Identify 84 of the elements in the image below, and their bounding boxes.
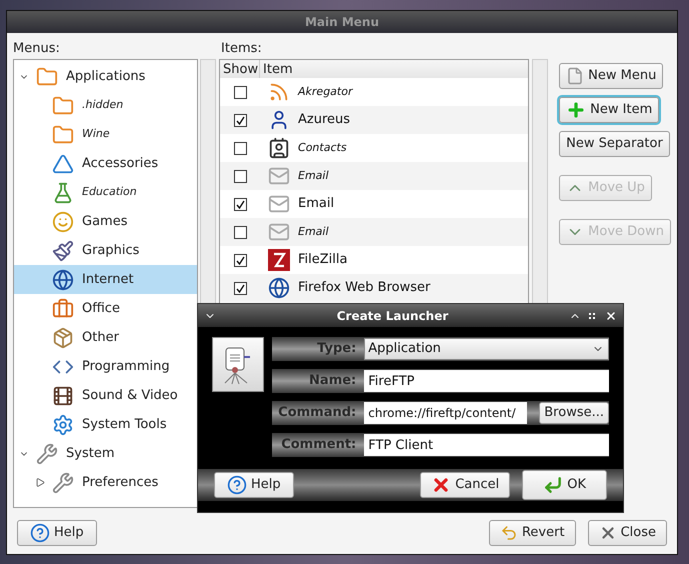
contact-card-icon [268,137,290,159]
wrench-icon [52,472,74,494]
text-field[interactable]: FireFTP [364,370,609,392]
tree-item[interactable]: System [14,439,198,468]
close-icon[interactable] [605,310,617,322]
envelope-icon [268,221,290,243]
gear-icon [52,414,74,436]
tree-item[interactable]: Accessories [14,149,198,178]
close-button[interactable]: Close [588,520,667,546]
command-field[interactable]: chrome://fireftp/content/ [364,402,528,424]
dialog-help-button[interactable]: Help [214,472,294,498]
checkbox[interactable] [234,282,247,294]
checkbox[interactable] [234,198,247,210]
field-label: Command: [277,404,358,422]
cancel-button[interactable]: Cancel [420,472,510,498]
checkbox[interactable] [234,86,247,98]
paintbrush-icon [52,240,74,262]
flask-icon [52,182,74,204]
triangle-ruler-icon [52,152,74,174]
revert-button[interactable]: Revert [488,520,576,546]
tree-item[interactable]: Education [14,178,198,207]
help-icon [227,475,247,495]
item-name: Email [298,195,334,214]
revert-icon [500,524,518,542]
ok-button[interactable]: OK [522,470,607,500]
browse-button[interactable]: Browse... [539,402,609,424]
launcher-icon-button[interactable] [212,337,264,392]
item-name: Contacts [298,140,347,156]
smiley-icon [52,210,74,232]
item-name: Akregator [298,84,352,100]
tree-item[interactable]: Other [14,323,198,352]
text-field[interactable]: FTP Client [364,434,609,456]
item-name: Firefox Web Browser [298,279,430,298]
tree-item[interactable]: Games [14,207,198,236]
box-icon [52,326,74,348]
folder-icon [52,94,74,116]
menus-label: Menus: [13,40,61,58]
envelope-icon [268,165,290,187]
expander-icon[interactable] [36,478,44,487]
type-dropdown[interactable]: Application [364,338,609,360]
filezilla-icon [268,249,290,271]
tree-item[interactable]: Office [14,294,198,323]
checkbox[interactable] [234,254,247,266]
folder-icon [52,124,74,146]
plus-icon [566,100,586,120]
field-label: Type: [316,340,358,358]
tree-item[interactable]: Graphics [14,236,198,265]
checkbox[interactable] [234,170,247,182]
side-button[interactable]: New Menu [559,63,664,89]
tree-item[interactable]: Applications [14,62,198,91]
checkbox[interactable] [234,226,247,238]
film-icon [52,384,74,406]
field-label: Name: [308,372,358,390]
tree-item[interactable]: Programming [14,352,198,381]
grip-icon[interactable] [589,312,595,318]
window-title: Main Menu [304,14,380,31]
items-label: Items: [220,40,263,58]
side-button[interactable]: New Item [559,97,660,123]
column-header[interactable]: Item [260,60,528,78]
field-label: Comment: [280,436,358,454]
checkbox[interactable] [234,114,247,126]
tree-item[interactable]: Internet [14,265,198,294]
globe-icon [268,277,290,299]
tree-item[interactable]: Wine [14,120,198,149]
globe-icon [52,268,74,290]
tree-item[interactable]: Preferences [14,468,198,497]
tree-item[interactable]: System Tools [14,410,198,439]
item-name: Email [298,224,329,240]
folder-icon [36,66,58,88]
briefcase-icon [52,298,74,320]
help-icon [30,523,50,543]
wrench-icon [36,442,58,464]
item-name: Azureus [298,111,350,130]
enter-icon [543,475,564,495]
help-button[interactable]: Help [17,520,97,546]
checkbox[interactable] [234,142,247,154]
item-name: FileZilla [298,251,348,270]
tree-item[interactable]: .hidden [14,91,198,120]
envelope-icon [268,193,290,215]
document-icon [566,67,584,85]
item-name: Email [298,168,329,184]
dialog-title: Create Launcher [336,308,450,324]
side-button[interactable]: New Separator [559,131,670,157]
tree-item[interactable]: Sound & Video [14,381,198,410]
